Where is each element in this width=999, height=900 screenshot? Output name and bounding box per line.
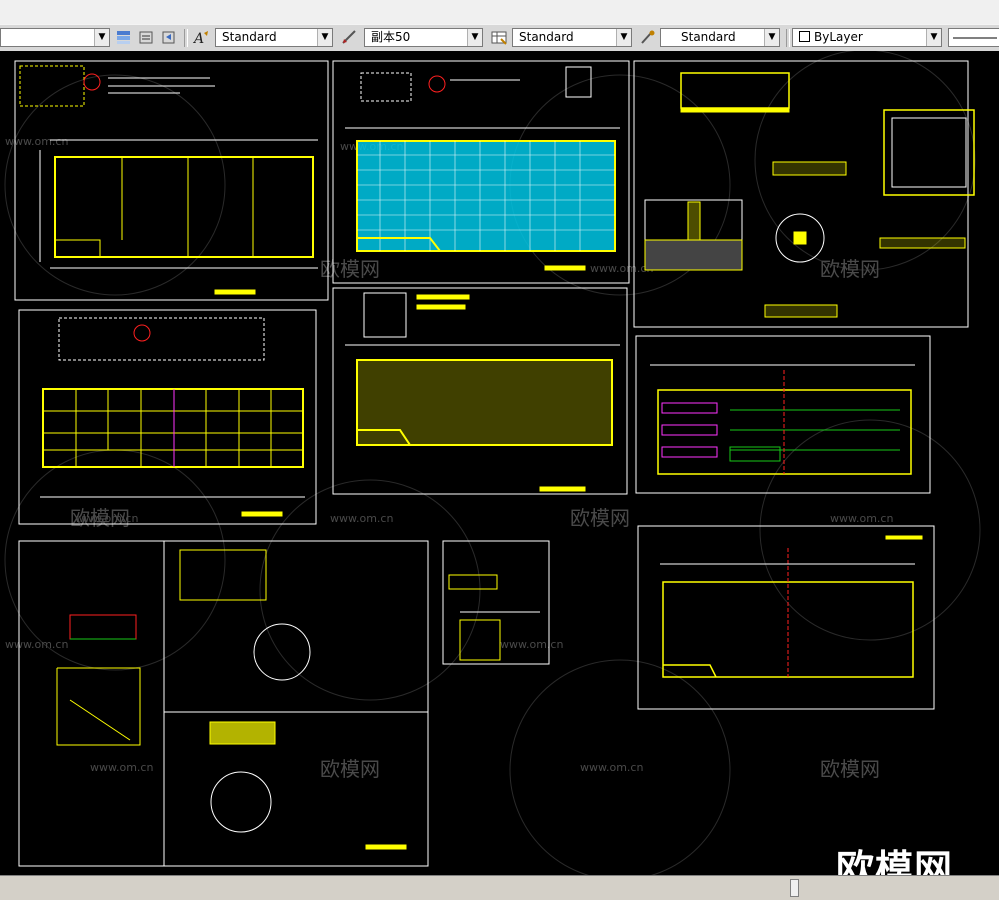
styles-toolbar: ▼ A Standard ▼ 副本50 ▼ Standard ▼ Standard ▼ …	[0, 24, 999, 52]
chevron-down-icon[interactable]: ▼	[926, 29, 941, 46]
svg-text:www.om.cn: www.om.cn	[5, 638, 68, 651]
table-style-icon[interactable]	[489, 28, 509, 47]
site-watermark: 欧模网 ID:2445143	[836, 847, 977, 875]
sheet-frame-plan-1[interactable]	[14, 60, 329, 301]
chevron-down-icon[interactable]: ▼	[764, 29, 779, 46]
color-swatch	[799, 31, 810, 42]
svg-text:www.om.cn: www.om.cn	[75, 512, 138, 525]
layer-state-icon[interactable]	[136, 28, 156, 47]
linetype-combo[interactable]	[948, 28, 999, 47]
svg-text:A: A	[192, 31, 204, 47]
sheet-elevation[interactable]	[635, 335, 931, 494]
svg-text:欧模网: 欧模网	[570, 506, 630, 530]
svg-text:www.om.cn: www.om.cn	[830, 512, 893, 525]
svg-text:www.om.cn: www.om.cn	[330, 512, 393, 525]
svg-text:欧模网: 欧模网	[820, 257, 880, 281]
text-style-value: Standard	[222, 30, 277, 44]
multileader-style-combo[interactable]: Standard ▼	[660, 28, 780, 47]
svg-text:www.om.cn: www.om.cn	[580, 761, 643, 774]
chevron-down-icon[interactable]: ▼	[467, 29, 482, 46]
layer-previous-icon[interactable]	[158, 28, 178, 47]
sheet-stair-details[interactable]	[18, 540, 429, 867]
svg-text:www.om.cn: www.om.cn	[500, 638, 563, 651]
multileader-style-icon[interactable]	[638, 28, 658, 47]
scroll-thumb[interactable]	[790, 879, 799, 897]
svg-text:www.om.cn: www.om.cn	[90, 761, 153, 774]
color-value: ByLayer	[814, 30, 863, 44]
layer-combo[interactable]: ▼	[0, 28, 110, 47]
multileader-style-value: Standard	[681, 30, 736, 44]
chevron-down-icon[interactable]: ▼	[317, 29, 332, 46]
color-combo[interactable]: ByLayer ▼	[792, 28, 942, 47]
table-style-value: Standard	[519, 30, 574, 44]
chevron-down-icon[interactable]: ▼	[94, 29, 109, 46]
dimension-style-combo[interactable]: 副本50 ▼	[364, 28, 483, 47]
text-style-combo[interactable]: Standard ▼	[215, 28, 333, 47]
chevron-down-icon[interactable]: ▼	[616, 29, 631, 46]
status-bar	[0, 875, 999, 900]
svg-text:欧模网: 欧模网	[820, 757, 880, 781]
title-strip	[0, 0, 999, 25]
svg-text:www.om.cn: www.om.cn	[590, 262, 653, 275]
sheet-section-plan[interactable]	[637, 525, 935, 710]
sheet-hatch-plan[interactable]	[332, 60, 630, 284]
dimension-style-value: 副本50	[371, 30, 411, 44]
sheet-frame-plan-2[interactable]	[18, 309, 317, 525]
sheet-mesh-plan[interactable]	[332, 287, 628, 495]
text-style-icon[interactable]: A	[191, 28, 211, 47]
cad-drawing: 欧模网 欧模网 欧模网 欧模网 欧模网 欧模网 欧模网 欧模网 欧模网 欧模网 …	[4, 51, 981, 875]
svg-text:欧模网: 欧模网	[320, 257, 380, 281]
dimension-style-icon[interactable]	[340, 28, 360, 47]
table-style-combo[interactable]: Standard ▼	[512, 28, 632, 47]
svg-text:欧模网: 欧模网	[320, 757, 380, 781]
watermark-brand: 欧模网	[836, 847, 954, 875]
layer-properties-icon[interactable]	[114, 28, 134, 47]
sheet-column-details[interactable]	[633, 60, 975, 328]
drawing-canvas[interactable]: 欧模网 欧模网 欧模网 欧模网 欧模网 欧模网 欧模网 欧模网 欧模网 欧模网 …	[0, 51, 999, 875]
